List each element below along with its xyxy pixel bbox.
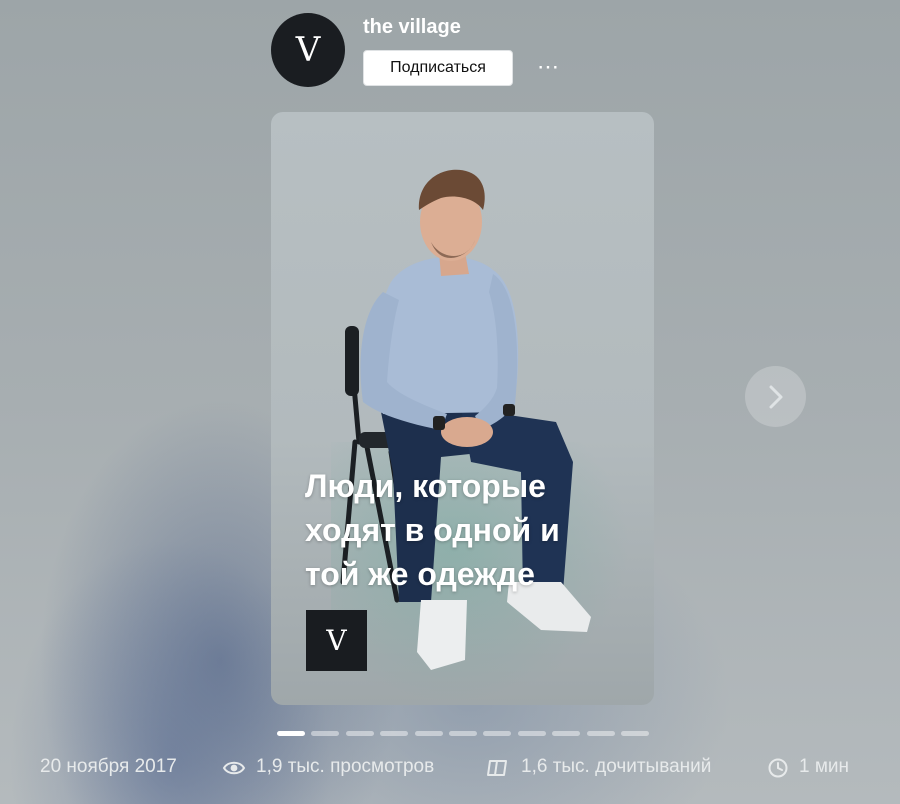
story-logo: V xyxy=(306,610,367,671)
reads-count: 1,6 тыс. дочитываний xyxy=(521,756,712,777)
eye-icon xyxy=(222,761,246,775)
channel-header: V the village Подписаться ⋯ xyxy=(271,13,591,93)
more-dots-icon[interactable]: ⋯ xyxy=(535,53,561,83)
story-card[interactable]: Люди, которые ходят в одной и той же оде… xyxy=(271,112,654,705)
story-progress-indicator xyxy=(277,731,649,737)
story-title: Люди, которые ходят в одной и той же оде… xyxy=(305,464,625,596)
progress-segment xyxy=(345,731,374,736)
progress-segment xyxy=(380,731,409,736)
publish-date: 20 ноября 2017 xyxy=(40,756,177,777)
clock-icon xyxy=(768,758,788,778)
story-title-line: ходят в одной и xyxy=(305,512,560,548)
progress-segment xyxy=(483,731,512,736)
story-title-line: той же одежде xyxy=(305,556,535,592)
progress-segment xyxy=(449,731,477,736)
read-time: 1 мин xyxy=(799,756,850,777)
progress-segment xyxy=(621,731,649,736)
article-stats: 20 ноября 2017 1,9 тыс. просмотров 1,6 т… xyxy=(40,754,880,782)
progress-segment xyxy=(311,731,340,736)
progress-segment xyxy=(414,731,443,736)
chevron-right-icon xyxy=(769,385,783,409)
channel-avatar[interactable]: V xyxy=(271,13,345,87)
channel-name[interactable]: the village xyxy=(363,16,461,39)
subscribe-button[interactable]: Подписаться xyxy=(363,50,513,86)
views-count: 1,9 тыс. просмотров xyxy=(256,756,435,777)
story-title-line: Люди, которые xyxy=(305,468,546,504)
next-story-button[interactable] xyxy=(745,366,806,427)
book-open-icon xyxy=(487,760,507,776)
progress-segment xyxy=(586,731,615,736)
progress-segment xyxy=(552,731,581,736)
progress-segment xyxy=(277,731,305,736)
progress-segment xyxy=(517,731,546,736)
